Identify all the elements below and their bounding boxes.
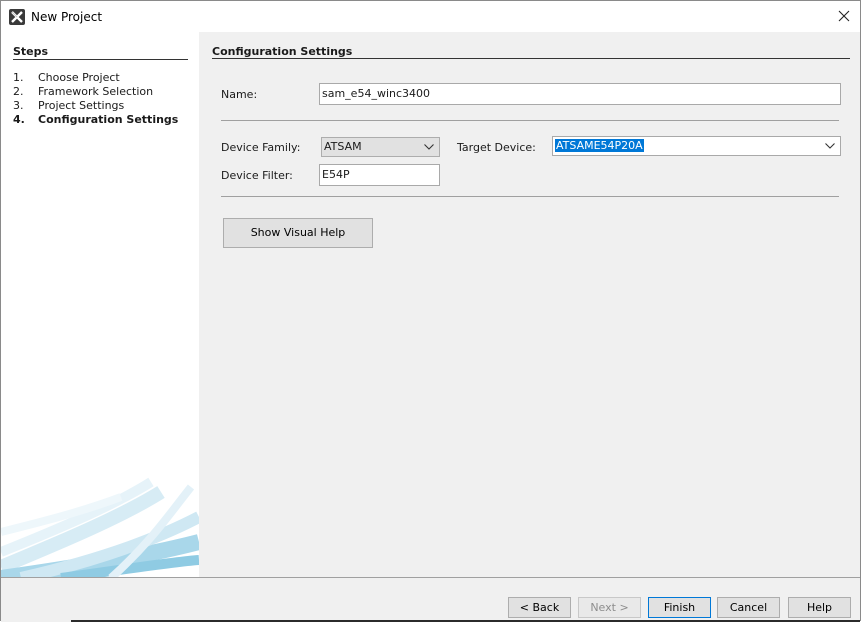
- back-button[interactable]: < Back: [508, 597, 571, 618]
- device-family-dropdown[interactable]: ATSAM: [321, 137, 440, 157]
- step-label: Framework Selection: [38, 85, 154, 98]
- window-title: New Project: [31, 10, 103, 24]
- steps-panel: Steps 1. Choose Project 2. Framework Selec…: [1, 32, 199, 577]
- cancel-button[interactable]: Cancel: [717, 597, 780, 618]
- target-device-value: ATSAME54P20A: [555, 139, 644, 152]
- separator: [221, 196, 839, 197]
- show-visual-help-button[interactable]: Show Visual Help: [223, 218, 373, 248]
- step-item-active: 4. Configuration Settings: [13, 113, 178, 127]
- device-filter-input[interactable]: E54P: [319, 164, 440, 186]
- close-button[interactable]: [828, 1, 860, 32]
- separator: [221, 120, 839, 121]
- new-project-dialog: New Project Steps 1. Choose Project 2. Fra…: [0, 0, 861, 622]
- step-label: Project Settings: [38, 99, 125, 112]
- step-item: 1. Choose Project: [13, 71, 178, 85]
- name-label: Name:: [221, 88, 258, 101]
- steps-list: 1. Choose Project 2. Framework Selection 3…: [13, 71, 178, 127]
- button-bar: < Back Next > Finish Cancel Help: [1, 578, 860, 622]
- next-button[interactable]: Next >: [578, 597, 641, 618]
- finish-button[interactable]: Finish: [648, 597, 711, 618]
- device-filter-label: Device Filter:: [221, 169, 293, 182]
- title-bar: New Project: [1, 1, 860, 32]
- name-input[interactable]: sam_e54_winc3400: [319, 83, 841, 105]
- harmony-x-logo-icon: [9, 9, 25, 25]
- step-number: 4.: [13, 113, 25, 126]
- step-item: 3. Project Settings: [13, 99, 178, 113]
- target-device-label: Target Device:: [457, 141, 536, 154]
- decorative-swirl-graphic: [1, 477, 199, 577]
- step-label: Choose Project: [38, 71, 120, 84]
- device-family-value: ATSAM: [324, 140, 362, 153]
- step-label: Configuration Settings: [38, 113, 179, 126]
- close-icon: [838, 10, 850, 22]
- target-device-dropdown[interactable]: ATSAME54P20A: [552, 136, 841, 156]
- steps-divider: [13, 59, 188, 60]
- help-button[interactable]: Help: [788, 597, 851, 618]
- step-item: 2. Framework Selection: [13, 85, 178, 99]
- step-number: 1.: [13, 71, 24, 84]
- device-family-label: Device Family:: [221, 141, 301, 154]
- step-number: 2.: [13, 85, 24, 98]
- chevron-down-icon: [825, 143, 835, 149]
- configuration-panel: Configuration Settings Name: sam_e54_win…: [199, 32, 860, 577]
- steps-heading: Steps: [13, 45, 49, 58]
- step-number: 3.: [13, 99, 24, 112]
- heading-divider: [212, 58, 850, 59]
- chevron-down-icon: [424, 144, 434, 150]
- section-heading: Configuration Settings: [212, 45, 353, 58]
